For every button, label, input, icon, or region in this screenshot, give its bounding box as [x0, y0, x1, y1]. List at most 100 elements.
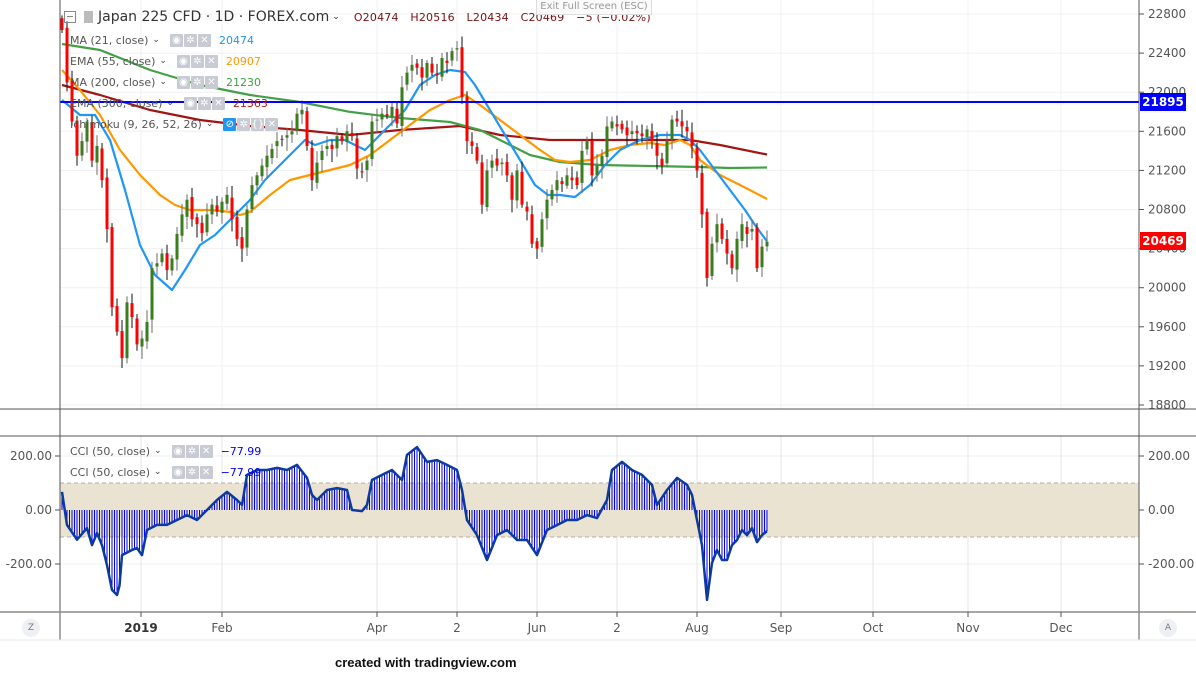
candle-body — [310, 147, 314, 181]
candle-body — [560, 181, 564, 185]
eye-icon[interactable]: ◉ — [183, 96, 197, 110]
candle-body — [670, 119, 674, 140]
eye-icon[interactable]: ◉ — [176, 54, 190, 68]
candle-body — [630, 131, 634, 135]
legend-indicator-0[interactable]: MA (21, close) ⌄ ◉ ✲ ✕ 20474 — [70, 32, 254, 48]
candle-body — [675, 118, 679, 122]
candle-body — [255, 175, 259, 186]
candle-body — [570, 177, 574, 181]
candle-body — [355, 138, 359, 169]
time-axis[interactable]: 2019 Feb Apr 2 Jun 2 Aug Sep Oct Nov Dec — [124, 612, 1073, 635]
low-value: L20434 — [466, 10, 509, 24]
close-icon[interactable]: ✕ — [199, 444, 213, 458]
candle-body — [65, 27, 69, 83]
candle-body — [200, 222, 204, 233]
eye-icon[interactable]: ◉ — [171, 444, 185, 458]
chevron-down-icon[interactable]: ⌄ — [159, 77, 167, 87]
legend-indicator-1[interactable]: EMA (55, close) ⌄ ◉ ✲ ✕ 20907 — [70, 53, 261, 69]
candle-body — [445, 60, 449, 63]
gear-icon[interactable]: ✲ — [190, 75, 204, 89]
gear-icon[interactable]: ✲ — [185, 444, 199, 458]
time-tick-label: Aug — [685, 621, 708, 635]
candle-body — [265, 155, 269, 168]
chevron-down-icon[interactable]: ⌄ — [166, 98, 174, 108]
chevron-down-icon[interactable]: ⌄ — [332, 12, 340, 22]
indicator-label[interactable]: MA (200, close) — [70, 76, 155, 89]
gear-icon[interactable]: ✲ — [185, 465, 199, 479]
gear-icon[interactable]: ✲ — [237, 117, 251, 131]
indicator-label[interactable]: CCI (50, close) — [70, 466, 150, 479]
indicator-label[interactable]: CCI (50, close) — [70, 445, 150, 458]
candle-body — [625, 127, 629, 136]
price-tick-label: 18800 — [1148, 398, 1186, 412]
candle-body — [335, 136, 339, 149]
candle-body — [715, 224, 719, 243]
candle-body — [140, 338, 144, 347]
candle-body — [460, 47, 464, 98]
legend-cci-0[interactable]: CCI (50, close) ⌄ ◉ ✲ ✕ −77.99 — [70, 443, 261, 459]
candle-body — [495, 158, 499, 166]
candle-body — [600, 155, 604, 167]
legend-indicator-4[interactable]: Ichimoku (9, 26, 52, 26) ⌄ ⊘ ✲{} ✕ — [70, 116, 286, 132]
indicator-label[interactable]: EMA (55, close) — [70, 55, 155, 68]
candle-body — [150, 268, 154, 320]
collapse-icon[interactable] — [64, 11, 76, 23]
chevron-down-icon[interactable]: ⌄ — [159, 56, 167, 66]
candle-body — [685, 126, 689, 132]
close-icon[interactable]: ✕ — [197, 33, 211, 47]
candle-body — [430, 63, 434, 73]
indicator-label[interactable]: Ichimoku (9, 26, 52, 26) — [70, 118, 202, 131]
candle-body — [695, 147, 699, 171]
chevron-down-icon[interactable]: ⌄ — [154, 467, 162, 477]
candle-body — [470, 141, 474, 146]
hidden-eye-icon[interactable]: ⊘ — [223, 117, 237, 131]
close-icon[interactable]: ✕ — [265, 117, 279, 131]
symbol-title[interactable]: Japan 225 CFD · 1D · FOREX.com — [98, 9, 329, 25]
source-code-icon[interactable]: {} — [251, 117, 265, 131]
close-icon[interactable]: ✕ — [199, 465, 213, 479]
legend-cci-1[interactable]: CCI (50, close) ⌄ ◉ ✲ ✕ −77.99 — [70, 464, 261, 480]
auto-scale-toggle[interactable]: A — [1159, 619, 1177, 637]
hline-price-tag: 21895 — [1140, 93, 1186, 111]
gear-icon[interactable]: ✲ — [190, 54, 204, 68]
candle-body — [710, 243, 714, 276]
candle-body — [490, 160, 494, 168]
indicator-label[interactable]: MA (21, close) — [70, 34, 148, 47]
candle-body — [620, 123, 624, 130]
candle-body — [170, 258, 174, 271]
candle-body — [365, 160, 369, 171]
eye-icon[interactable]: ◉ — [169, 33, 183, 47]
candle-body — [635, 130, 639, 134]
time-tick-label: 2 — [613, 621, 621, 635]
candle-body — [730, 254, 734, 269]
indicator-label[interactable]: EMA (300, close) — [70, 97, 162, 110]
gear-icon[interactable]: ✲ — [183, 33, 197, 47]
candle-body — [330, 144, 334, 149]
gear-icon[interactable]: ✲ — [197, 96, 211, 110]
close-icon[interactable]: ✕ — [204, 75, 218, 89]
legend-indicator-3[interactable]: EMA (300, close) ⌄ ◉ ✲ ✕ 21363 — [70, 95, 268, 111]
close-icon[interactable]: ✕ — [204, 54, 218, 68]
exit-fullscreen-tooltip[interactable]: Exit Full Screen (ESC) — [536, 0, 652, 15]
candle-body — [315, 162, 319, 183]
eye-icon[interactable]: ◉ — [171, 465, 185, 479]
chevron-down-icon[interactable]: ⌄ — [152, 35, 160, 45]
candle-body — [305, 111, 309, 146]
chevron-down-icon[interactable]: ⌄ — [206, 119, 214, 129]
eye-icon[interactable]: ◉ — [176, 75, 190, 89]
close-icon[interactable]: ✕ — [211, 96, 225, 110]
candle-body — [530, 214, 534, 244]
candle-body — [350, 132, 354, 137]
candle-body — [105, 177, 109, 230]
candle-body — [725, 238, 729, 254]
candle-body — [440, 57, 444, 77]
legend-indicator-2[interactable]: MA (200, close) ⌄ ◉ ✲ ✕ 21230 — [70, 74, 261, 90]
cci-tick-label-left: -200.00 — [6, 557, 52, 571]
candle-body — [435, 74, 439, 76]
candle-body — [395, 108, 399, 124]
price-tick-label: 19600 — [1148, 320, 1186, 334]
price-axis[interactable]: 2280022400220002160021200208002040020000… — [1139, 7, 1186, 412]
chevron-down-icon[interactable]: ⌄ — [154, 446, 162, 456]
log-scale-toggle[interactable]: Z — [22, 619, 40, 637]
candle-body — [125, 302, 129, 359]
